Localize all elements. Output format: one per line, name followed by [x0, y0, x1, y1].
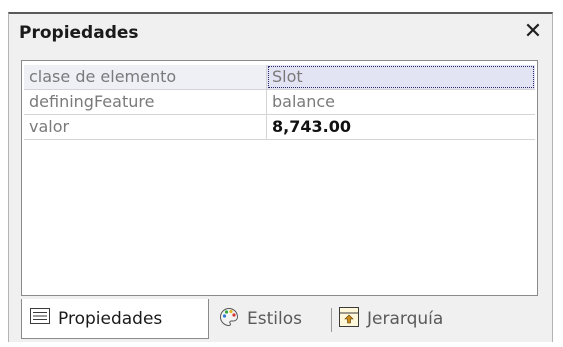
property-grid: clase de elemento Slot definingFeature b… [21, 60, 538, 296]
close-icon[interactable]: ✕ [520, 18, 546, 46]
tab-label: Propiedades [58, 308, 163, 329]
tab-jerarquia[interactable]: Jerarquía [339, 299, 443, 339]
property-row[interactable]: definingFeature balance [24, 90, 535, 115]
properties-list-icon [30, 308, 50, 329]
property-value[interactable]: balance [267, 90, 535, 114]
property-row[interactable]: valor 8,743.00 [24, 115, 535, 140]
property-name: valor [24, 115, 267, 139]
panel-titlebar: Propiedades ✕ [9, 14, 552, 52]
property-value[interactable]: Slot [267, 65, 535, 89]
properties-panel: Propiedades ✕ clase de elemento Slot def… [8, 12, 553, 342]
property-value[interactable]: 8,743.00 [267, 115, 535, 139]
hierarchy-icon [339, 306, 359, 332]
panel-title: Propiedades [19, 23, 139, 43]
property-row[interactable]: clase de elemento Slot [24, 65, 535, 90]
tab-propiedades[interactable]: Propiedades [21, 299, 209, 339]
palette-icon [219, 307, 239, 332]
tab-label: Estilos [247, 309, 302, 329]
tab-label: Jerarquía [367, 309, 444, 329]
panel-tab-bar: Propiedades Estilos Jerarquía [9, 299, 552, 344]
tab-estilos[interactable]: Estilos [219, 299, 302, 339]
property-name: clase de elemento [24, 65, 267, 89]
tab-separator [331, 308, 332, 332]
property-name: definingFeature [24, 90, 267, 114]
